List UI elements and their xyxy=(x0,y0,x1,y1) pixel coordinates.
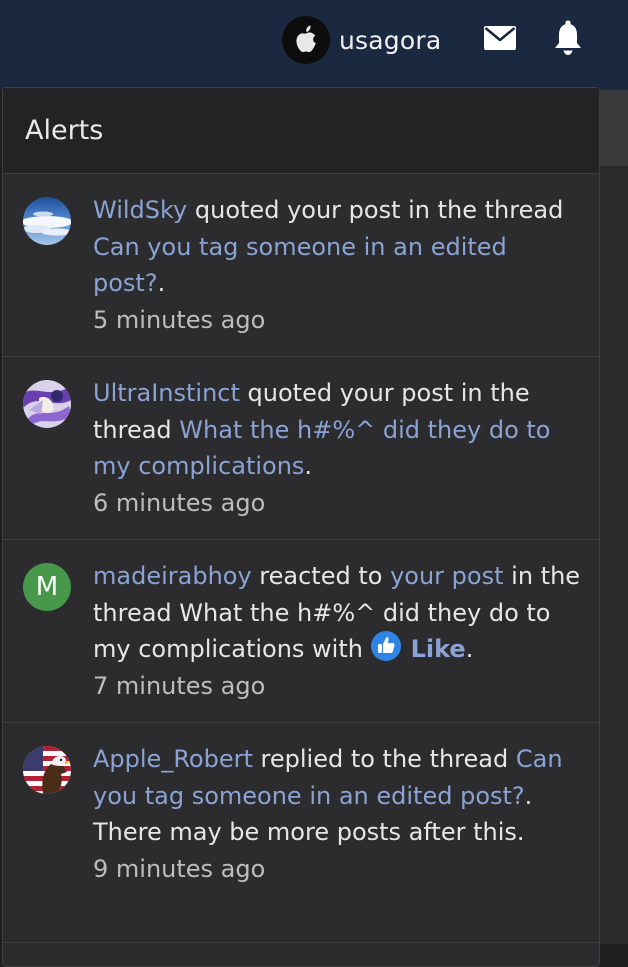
user-avatar-madeirabhoy[interactable]: M xyxy=(23,563,71,611)
reaction: Like xyxy=(370,631,466,663)
background-page xyxy=(600,90,628,944)
alert-suffix-text: . xyxy=(465,635,474,663)
apple-icon xyxy=(296,25,316,53)
background-page-header xyxy=(600,90,628,166)
alert-user-link[interactable]: Apple_Robert xyxy=(93,745,253,773)
alert-action-text: replied to the thread xyxy=(252,745,516,773)
alerts-dropdown: Alerts WildSky quoted your post in the t… xyxy=(2,87,600,967)
alerts-title: Alerts xyxy=(25,115,104,146)
user-avatar xyxy=(282,16,330,64)
thumbs-up-icon xyxy=(370,631,401,661)
alert-thread-link[interactable]: Can you tag someone in an edited post? xyxy=(93,233,507,298)
alert-action-text: reacted to xyxy=(251,562,391,590)
alert-message: UltraInstinct quoted your post in the th… xyxy=(93,375,581,485)
user-avatar-apple-robert[interactable] xyxy=(23,746,71,794)
alert-user-link[interactable]: WildSky xyxy=(93,196,187,224)
user-account-link[interactable]: usagora xyxy=(282,16,441,64)
mail-icon[interactable] xyxy=(484,26,516,54)
username-label[interactable]: usagora xyxy=(339,26,441,55)
alert-user-link[interactable]: madeirabhoy xyxy=(93,562,252,590)
alert-item[interactable]: WildSky quoted your post in the thread C… xyxy=(3,174,599,357)
alerts-header: Alerts xyxy=(3,88,599,174)
alert-post-link[interactable]: your post xyxy=(390,562,503,590)
alert-suffix-text: . xyxy=(157,269,166,297)
alert-message: madeirabhoy reacted to your post in the … xyxy=(93,558,581,668)
alert-timestamp: 5 minutes ago xyxy=(93,305,266,334)
alert-suffix-text: . xyxy=(304,452,313,480)
bell-icon[interactable] xyxy=(552,20,584,60)
user-avatar-ultrainstinct[interactable] xyxy=(23,380,71,428)
alert-item[interactable]: Apple_Robert replied to the thread Can y… xyxy=(3,723,599,943)
top-navigation-bar: usagora xyxy=(0,0,628,90)
alert-timestamp: 6 minutes ago xyxy=(93,488,266,517)
alert-timestamp: 9 minutes ago xyxy=(93,854,266,883)
alert-item[interactable]: UltraInstinct quoted your post in the th… xyxy=(3,357,599,540)
user-avatar-wildsky[interactable] xyxy=(23,197,71,245)
alert-timestamp: 7 minutes ago xyxy=(93,671,266,700)
reaction-like-label[interactable]: Like xyxy=(411,635,466,663)
alert-message: WildSky quoted your post in the thread C… xyxy=(93,192,581,302)
alert-message: Apple_Robert replied to the thread Can y… xyxy=(93,741,581,851)
alert-item[interactable]: M madeirabhoy reacted to your post in th… xyxy=(3,540,599,723)
alert-action-text: quoted your post in the thread xyxy=(187,196,564,224)
alert-user-link[interactable]: UltraInstinct xyxy=(93,379,240,407)
